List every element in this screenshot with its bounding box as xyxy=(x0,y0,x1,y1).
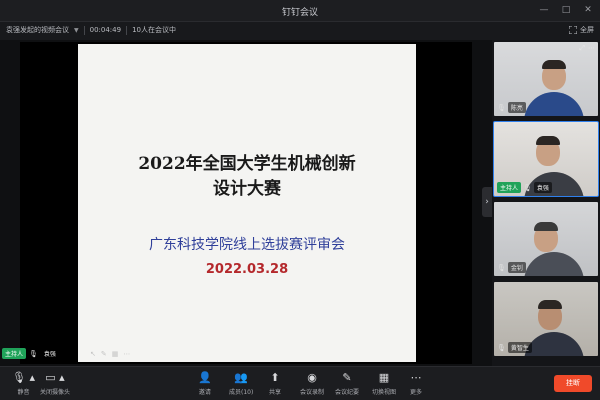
members-button[interactable]: 👥 成员(10) xyxy=(229,371,253,396)
slide-tools: ↖ ✎ ▦ ⋯ xyxy=(90,350,130,358)
pointer-icon[interactable]: ↖ xyxy=(90,350,96,358)
stage-speaker-tag: 主持人 🎙 袁强 xyxy=(2,348,59,359)
participant-name: 金钊 xyxy=(507,262,526,273)
participant-hair xyxy=(538,300,562,309)
layout-label: 切换视图 xyxy=(372,389,397,396)
participant-hair xyxy=(536,136,560,145)
slide-subtitle: 广东科技学院线上选拔赛评审会 xyxy=(149,237,345,253)
pen-icon[interactable]: ✎ xyxy=(101,350,107,358)
camera-icon: ▭ ▴ xyxy=(45,371,65,384)
participant-tile[interactable]: ⤢ ⋯ 🎙 陈亮 xyxy=(494,42,598,116)
grid-icon[interactable]: ▦ xyxy=(112,350,119,358)
microphone-icon: 🎙 xyxy=(497,263,506,272)
meeting-toolbar: 🎙 ▴ 静音 ▭ ▴ 关闭摄像头 👤 邀请 👥 成员(10) ⬆ 共享 ◉ 会议… xyxy=(0,366,600,400)
shared-screen: 2022年全国大学生机械创新 设计大赛 广东科技学院线上选拔赛评审会 2022.… xyxy=(20,42,472,364)
participant-name: 陈亮 xyxy=(507,102,526,113)
participant-panel: ⤢ ⋯ 🎙 陈亮 主持人 🎙 袁强 🎙 金钊 🎙 黄智生 xyxy=(492,40,600,366)
participant-tile[interactable]: 🎙 金钊 xyxy=(494,202,598,276)
title-bar: 钉钉会议 — □ ✕ xyxy=(0,0,600,22)
fullscreen-icon xyxy=(569,26,577,34)
collapse-panel-button[interactable]: › xyxy=(482,187,492,217)
more-button[interactable]: ⋯ 更多 xyxy=(410,371,422,396)
minutes-button[interactable]: ✎ 会议纪要 xyxy=(335,371,359,396)
slide-title-line-1: 2022年全国大学生机械创新 xyxy=(138,154,356,174)
participant-hair xyxy=(534,222,558,231)
share-screen-icon: ⬆ xyxy=(270,371,280,384)
record-label: 会议录制 xyxy=(300,389,325,396)
close-icon[interactable]: ✕ xyxy=(582,4,594,16)
share-button[interactable]: ⬆ 共享 xyxy=(269,371,281,396)
more-icon[interactable]: ⋯ xyxy=(588,44,595,53)
presentation-slide: 2022年全国大学生机械创新 设计大赛 广东科技学院线上选拔赛评审会 2022.… xyxy=(78,44,416,362)
main-stage: 2022年全国大学生机械创新 设计大赛 广东科技学院线上选拔赛评审会 2022.… xyxy=(0,40,492,366)
participant-count: 10人在会议中 xyxy=(132,26,176,34)
notes-icon: ✎ xyxy=(342,371,352,384)
fullscreen-button[interactable]: 全屏 xyxy=(569,25,594,35)
more-icon: ⋯ xyxy=(410,371,422,384)
invite-label: 邀请 xyxy=(198,389,211,396)
chevron-right-icon: › xyxy=(485,197,489,207)
divider xyxy=(83,25,85,35)
minimize-icon[interactable]: — xyxy=(538,4,550,16)
invite-button[interactable]: 👤 邀请 xyxy=(198,371,212,396)
meeting-info: 袁强发起的视频会议 ▼ 00:04:49 10人在会议中 xyxy=(6,25,176,35)
add-user-icon: 👤 xyxy=(198,371,212,384)
microphone-icon: 🎙 xyxy=(523,183,532,192)
meeting-info-bar: 袁强发起的视频会议 ▼ 00:04:49 10人在会议中 全屏 xyxy=(0,22,600,40)
end-call-button[interactable]: 挂断 xyxy=(554,375,592,392)
slide-title-line-2: 设计大赛 xyxy=(213,179,281,199)
tile-label: 🎙 黄智生 xyxy=(497,342,532,353)
microphone-icon: 🎙 xyxy=(29,349,38,358)
users-icon: 👥 xyxy=(234,371,249,384)
share-label: 共享 xyxy=(269,389,282,396)
mute-button[interactable]: 🎙 ▴ 静音 xyxy=(12,371,35,396)
fullscreen-label: 全屏 xyxy=(580,26,594,34)
tile-label: 🎙 金钊 xyxy=(497,262,526,273)
meeting-duration: 00:04:49 xyxy=(89,26,122,34)
more-label: 更多 xyxy=(410,389,423,396)
more-icon[interactable]: ⋯ xyxy=(123,350,130,358)
layout-button[interactable]: ▦ 切换视图 xyxy=(372,371,396,396)
tile-top-icons: ⤢ ⋯ xyxy=(579,44,595,53)
tile-label: 主持人 🎙 袁强 xyxy=(497,182,552,193)
members-label: 成员(10) xyxy=(229,389,254,396)
speaker-name: 袁强 xyxy=(40,348,59,359)
pin-icon[interactable]: ⤢ xyxy=(579,44,585,53)
microphone-icon: 🎙 xyxy=(497,103,506,112)
participant-name: 黄智生 xyxy=(507,342,532,353)
participant-tile[interactable]: 🎙 黄智生 xyxy=(494,282,598,356)
layout-icon: ▦ xyxy=(378,371,390,384)
divider xyxy=(126,25,128,35)
chevron-down-icon[interactable]: ▼ xyxy=(74,27,79,34)
participant-tile-active[interactable]: 主持人 🎙 袁强 xyxy=(493,121,599,197)
participant-hair xyxy=(542,60,566,69)
record-button[interactable]: ◉ 会议录制 xyxy=(300,371,324,396)
slide-date: 2022.03.28 xyxy=(205,262,289,277)
slide-title: 2022年全国大学生机械创新 设计大赛 xyxy=(78,152,416,202)
mute-label: 静音 xyxy=(17,389,30,396)
camera-label: 关闭摄像头 xyxy=(40,389,71,396)
maximize-icon[interactable]: □ xyxy=(560,4,572,16)
camera-button[interactable]: ▭ ▴ 关闭摄像头 xyxy=(40,371,70,396)
window-title: 钉钉会议 xyxy=(281,8,318,18)
meeting-name[interactable]: 袁强发起的视频会议 xyxy=(6,25,69,35)
minutes-label: 会议纪要 xyxy=(335,389,360,396)
participant-name: 袁强 xyxy=(533,182,552,193)
microphone-icon: 🎙 xyxy=(497,343,506,352)
host-badge: 主持人 xyxy=(2,348,27,359)
microphone-icon: 🎙 ▴ xyxy=(12,371,35,384)
tile-label: 🎙 陈亮 xyxy=(497,102,526,113)
window-controls: — □ ✕ xyxy=(538,4,594,16)
host-badge: 主持人 xyxy=(497,182,522,193)
record-icon: ◉ xyxy=(307,371,317,384)
